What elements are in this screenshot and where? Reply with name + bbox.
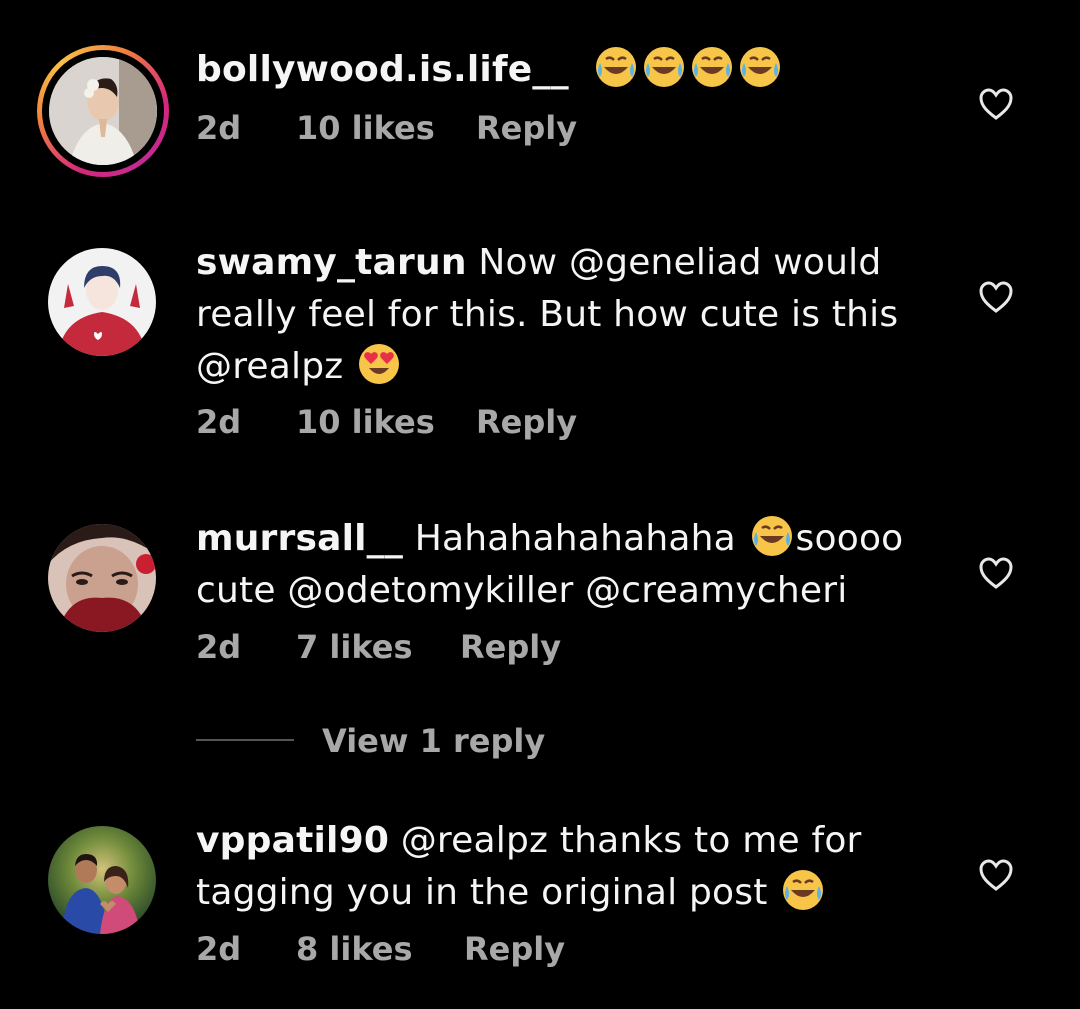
comment-text: vppatil90 @realpz thanks to me for taggi…	[196, 815, 936, 919]
comment-time: 2d	[196, 109, 242, 147]
comment-meta: 2d 10 likes Reply	[196, 400, 577, 444]
laughing-emoji-icon	[781, 868, 825, 912]
laughing-emoji-icon	[750, 514, 794, 558]
comment-meta: 2d 8 likes Reply	[196, 927, 565, 971]
heart-eyes-emoji-icon	[357, 342, 401, 386]
avatar	[49, 57, 157, 165]
comment-text: swamy_tarun Now @geneliad would really f…	[196, 237, 936, 393]
heart-outline-icon[interactable]	[978, 556, 1014, 590]
reply-button[interactable]: Reply	[460, 625, 561, 669]
reply-button[interactable]: Reply	[464, 927, 565, 971]
laughing-emoji-icon	[594, 45, 638, 89]
like-count[interactable]: 10 likes	[296, 400, 476, 444]
laughing-emoji-icon	[690, 45, 734, 89]
reply-button[interactable]: Reply	[476, 106, 577, 150]
comment-time: 2d	[196, 930, 242, 968]
comment-time: 2d	[196, 403, 242, 441]
reply-divider-line	[196, 739, 294, 741]
avatar[interactable]	[48, 524, 156, 632]
like-count[interactable]: 8 likes	[296, 927, 464, 971]
username[interactable]: swamy_tarun	[196, 242, 467, 283]
like-count[interactable]: 7 likes	[296, 625, 460, 669]
view-replies-label[interactable]: View 1 reply	[322, 719, 545, 763]
reply-button[interactable]: Reply	[476, 400, 577, 444]
laughing-emoji-icon	[642, 45, 686, 89]
comment-meta: 2d 7 likes Reply	[196, 625, 561, 669]
story-ring[interactable]	[37, 45, 169, 177]
comment-time: 2d	[196, 628, 242, 666]
avatar[interactable]	[48, 248, 156, 356]
avatar[interactable]	[48, 826, 156, 934]
heart-outline-icon[interactable]	[978, 87, 1014, 121]
username[interactable]: bollywood.is.life__	[196, 49, 569, 90]
comment-body: Hahahahahahaha	[403, 518, 748, 559]
comment-text: murrsall__ Hahahahahahaha soooo cute @od…	[196, 513, 936, 617]
heart-outline-icon[interactable]	[978, 858, 1014, 892]
heart-outline-icon[interactable]	[978, 280, 1014, 314]
laughing-emoji-icon	[738, 45, 782, 89]
username[interactable]: vppatil90	[196, 820, 389, 861]
comment-text: bollywood.is.life__	[196, 44, 936, 96]
username[interactable]: murrsall__	[196, 518, 403, 559]
comment-meta: 2d 10 likes Reply	[196, 106, 577, 150]
like-count[interactable]: 10 likes	[296, 106, 476, 150]
